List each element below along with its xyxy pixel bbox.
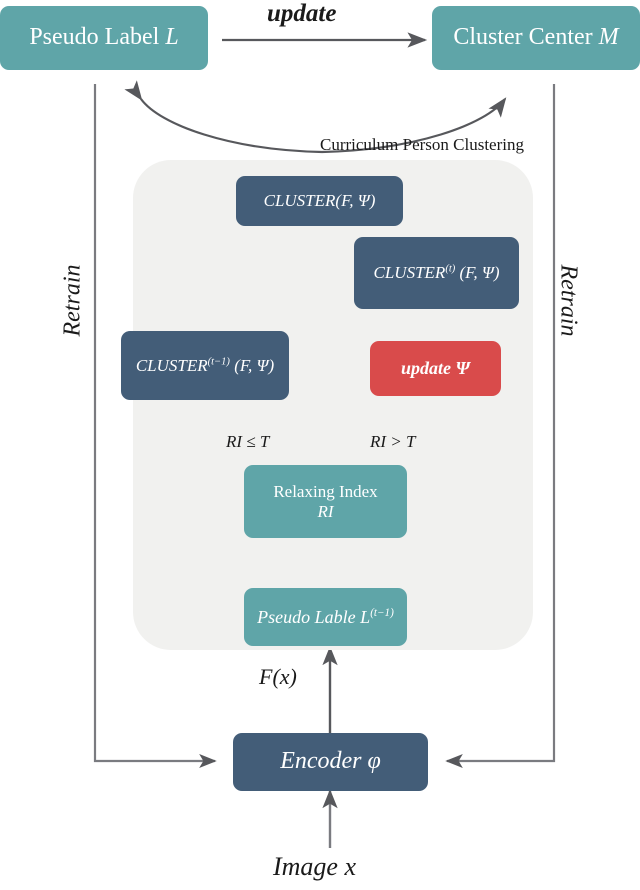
- label-feature-flow: F(x): [259, 664, 297, 689]
- node-cluster-t-minus-1-text: CLUSTER(t−1) (F, Ψ): [135, 355, 275, 375]
- node-encoder-text: Encoder φ: [280, 748, 381, 775]
- node-cluster-center-text: Cluster Center M: [453, 24, 619, 51]
- curriculum-person-clustering-panel: [133, 160, 533, 650]
- node-pseudo-label[interactable]: Pseudo Label L: [0, 6, 208, 70]
- node-pseudo-lable-prev[interactable]: Pseudo Lable L(t−1): [244, 588, 407, 646]
- label-condition-gt: RI > T: [370, 432, 416, 451]
- node-encoder[interactable]: Encoder φ: [233, 733, 428, 791]
- node-update-psi-text: update Ψ: [401, 358, 470, 379]
- label-curriculum-person-clustering: Curriculum Person Clustering: [320, 135, 524, 154]
- label-update-arrow: update: [267, 0, 337, 27]
- node-cluster-t-minus-1[interactable]: CLUSTER(t−1) (F, Ψ): [121, 331, 289, 400]
- node-cluster-t-text: CLUSTER(t) (F, Ψ): [373, 263, 500, 283]
- diagram-canvas: Pseudo Label L Cluster Center M update C…: [0, 0, 640, 890]
- node-cluster-center[interactable]: Cluster Center M: [432, 6, 640, 70]
- node-cluster[interactable]: CLUSTER(F, Ψ): [236, 176, 403, 226]
- node-relaxing-index[interactable]: Relaxing Index RI: [244, 465, 407, 538]
- label-retrain-left: Retrain: [59, 264, 86, 337]
- node-pseudo-label-text: Pseudo Label L: [29, 24, 179, 51]
- label-image-input: Image x: [273, 852, 357, 881]
- node-pseudo-lable-prev-text: Pseudo Lable L(t−1): [257, 606, 394, 627]
- node-relaxing-index-line2: RI: [317, 501, 334, 521]
- label-retrain-right: Retrain: [555, 264, 582, 337]
- node-relaxing-index-line1: Relaxing Index: [273, 481, 378, 501]
- label-condition-le: RI ≤ T: [226, 432, 270, 451]
- node-cluster-text: CLUSTER(F, Ψ): [263, 191, 376, 211]
- node-update-psi[interactable]: update Ψ: [370, 341, 501, 396]
- node-cluster-t[interactable]: CLUSTER(t) (F, Ψ): [354, 237, 519, 309]
